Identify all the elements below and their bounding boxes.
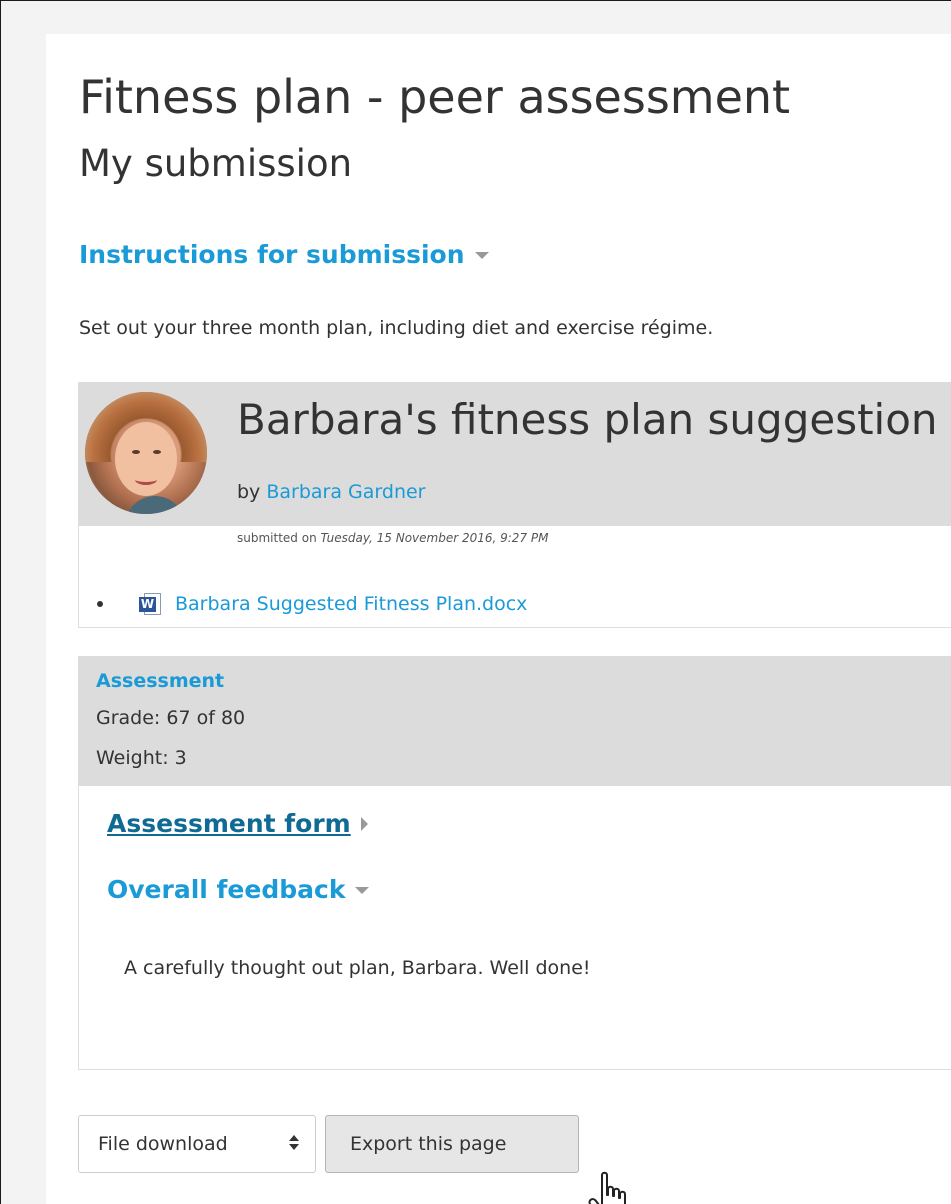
assessment-card: Assessment Grade: 67 of 80 Weight: 3 Ass… bbox=[78, 656, 951, 1070]
submission-title: Barbara's fitness plan suggestion bbox=[237, 395, 938, 444]
by-label: by bbox=[237, 481, 261, 503]
window-frame: Fitness plan - peer assessment My submis… bbox=[0, 0, 951, 1204]
author-link[interactable]: Barbara Gardner bbox=[266, 481, 425, 503]
attachment-list-item: W Barbara Suggested Fitness Plan.docx bbox=[97, 592, 527, 616]
download-format-value: File download bbox=[98, 1133, 228, 1155]
instructions-toggle[interactable]: Instructions for submission bbox=[79, 240, 489, 269]
assessment-form-label: Assessment form bbox=[107, 809, 351, 838]
submission-author-line: by Barbara Gardner bbox=[237, 481, 426, 503]
submission-header: Barbara's fitness plan suggestion by Bar… bbox=[79, 383, 951, 545]
overall-feedback-label: Overall feedback bbox=[107, 875, 346, 904]
feedback-text: A carefully thought out plan, Barbara. W… bbox=[124, 957, 591, 979]
instructions-text: Set out your three month plan, including… bbox=[79, 317, 714, 339]
submission-date-line: submitted on Tuesday, 15 November 2016, … bbox=[237, 531, 548, 545]
instructions-toggle-label: Instructions for submission bbox=[79, 240, 465, 269]
main-content: Fitness plan - peer assessment My submis… bbox=[46, 34, 951, 1204]
caret-right-icon bbox=[360, 816, 368, 831]
word-document-icon: W bbox=[139, 592, 163, 616]
download-format-select[interactable]: File download bbox=[78, 1115, 316, 1173]
page-controls: File download Export this page bbox=[78, 1115, 579, 1173]
export-page-button[interactable]: Export this page bbox=[325, 1115, 579, 1173]
select-arrows-icon bbox=[289, 1135, 299, 1153]
submission-date: Tuesday, 15 November 2016, 9:27 PM bbox=[320, 531, 549, 545]
page-subtitle: My submission bbox=[79, 142, 353, 185]
assessment-header: Assessment Grade: 67 of 80 Weight: 3 bbox=[79, 657, 951, 786]
submitted-on-label: submitted on bbox=[237, 531, 317, 545]
page-title: Fitness plan - peer assessment bbox=[79, 70, 791, 124]
avatar[interactable] bbox=[85, 392, 207, 514]
hand-pointer-icon bbox=[588, 1171, 626, 1204]
submission-card: Barbara's fitness plan suggestion by Bar… bbox=[78, 382, 951, 628]
assessment-form-toggle[interactable]: Assessment form bbox=[107, 809, 368, 838]
assessment-weight: Weight: 3 bbox=[96, 747, 187, 769]
assessment-grade: Grade: 67 of 80 bbox=[96, 707, 246, 729]
assessment-label: Assessment bbox=[96, 670, 225, 692]
caret-down-icon bbox=[474, 252, 489, 259]
attachment-link[interactable]: Barbara Suggested Fitness Plan.docx bbox=[175, 593, 527, 615]
bullet bbox=[97, 601, 103, 607]
caret-down-icon bbox=[355, 887, 370, 894]
overall-feedback-toggle[interactable]: Overall feedback bbox=[107, 875, 370, 904]
